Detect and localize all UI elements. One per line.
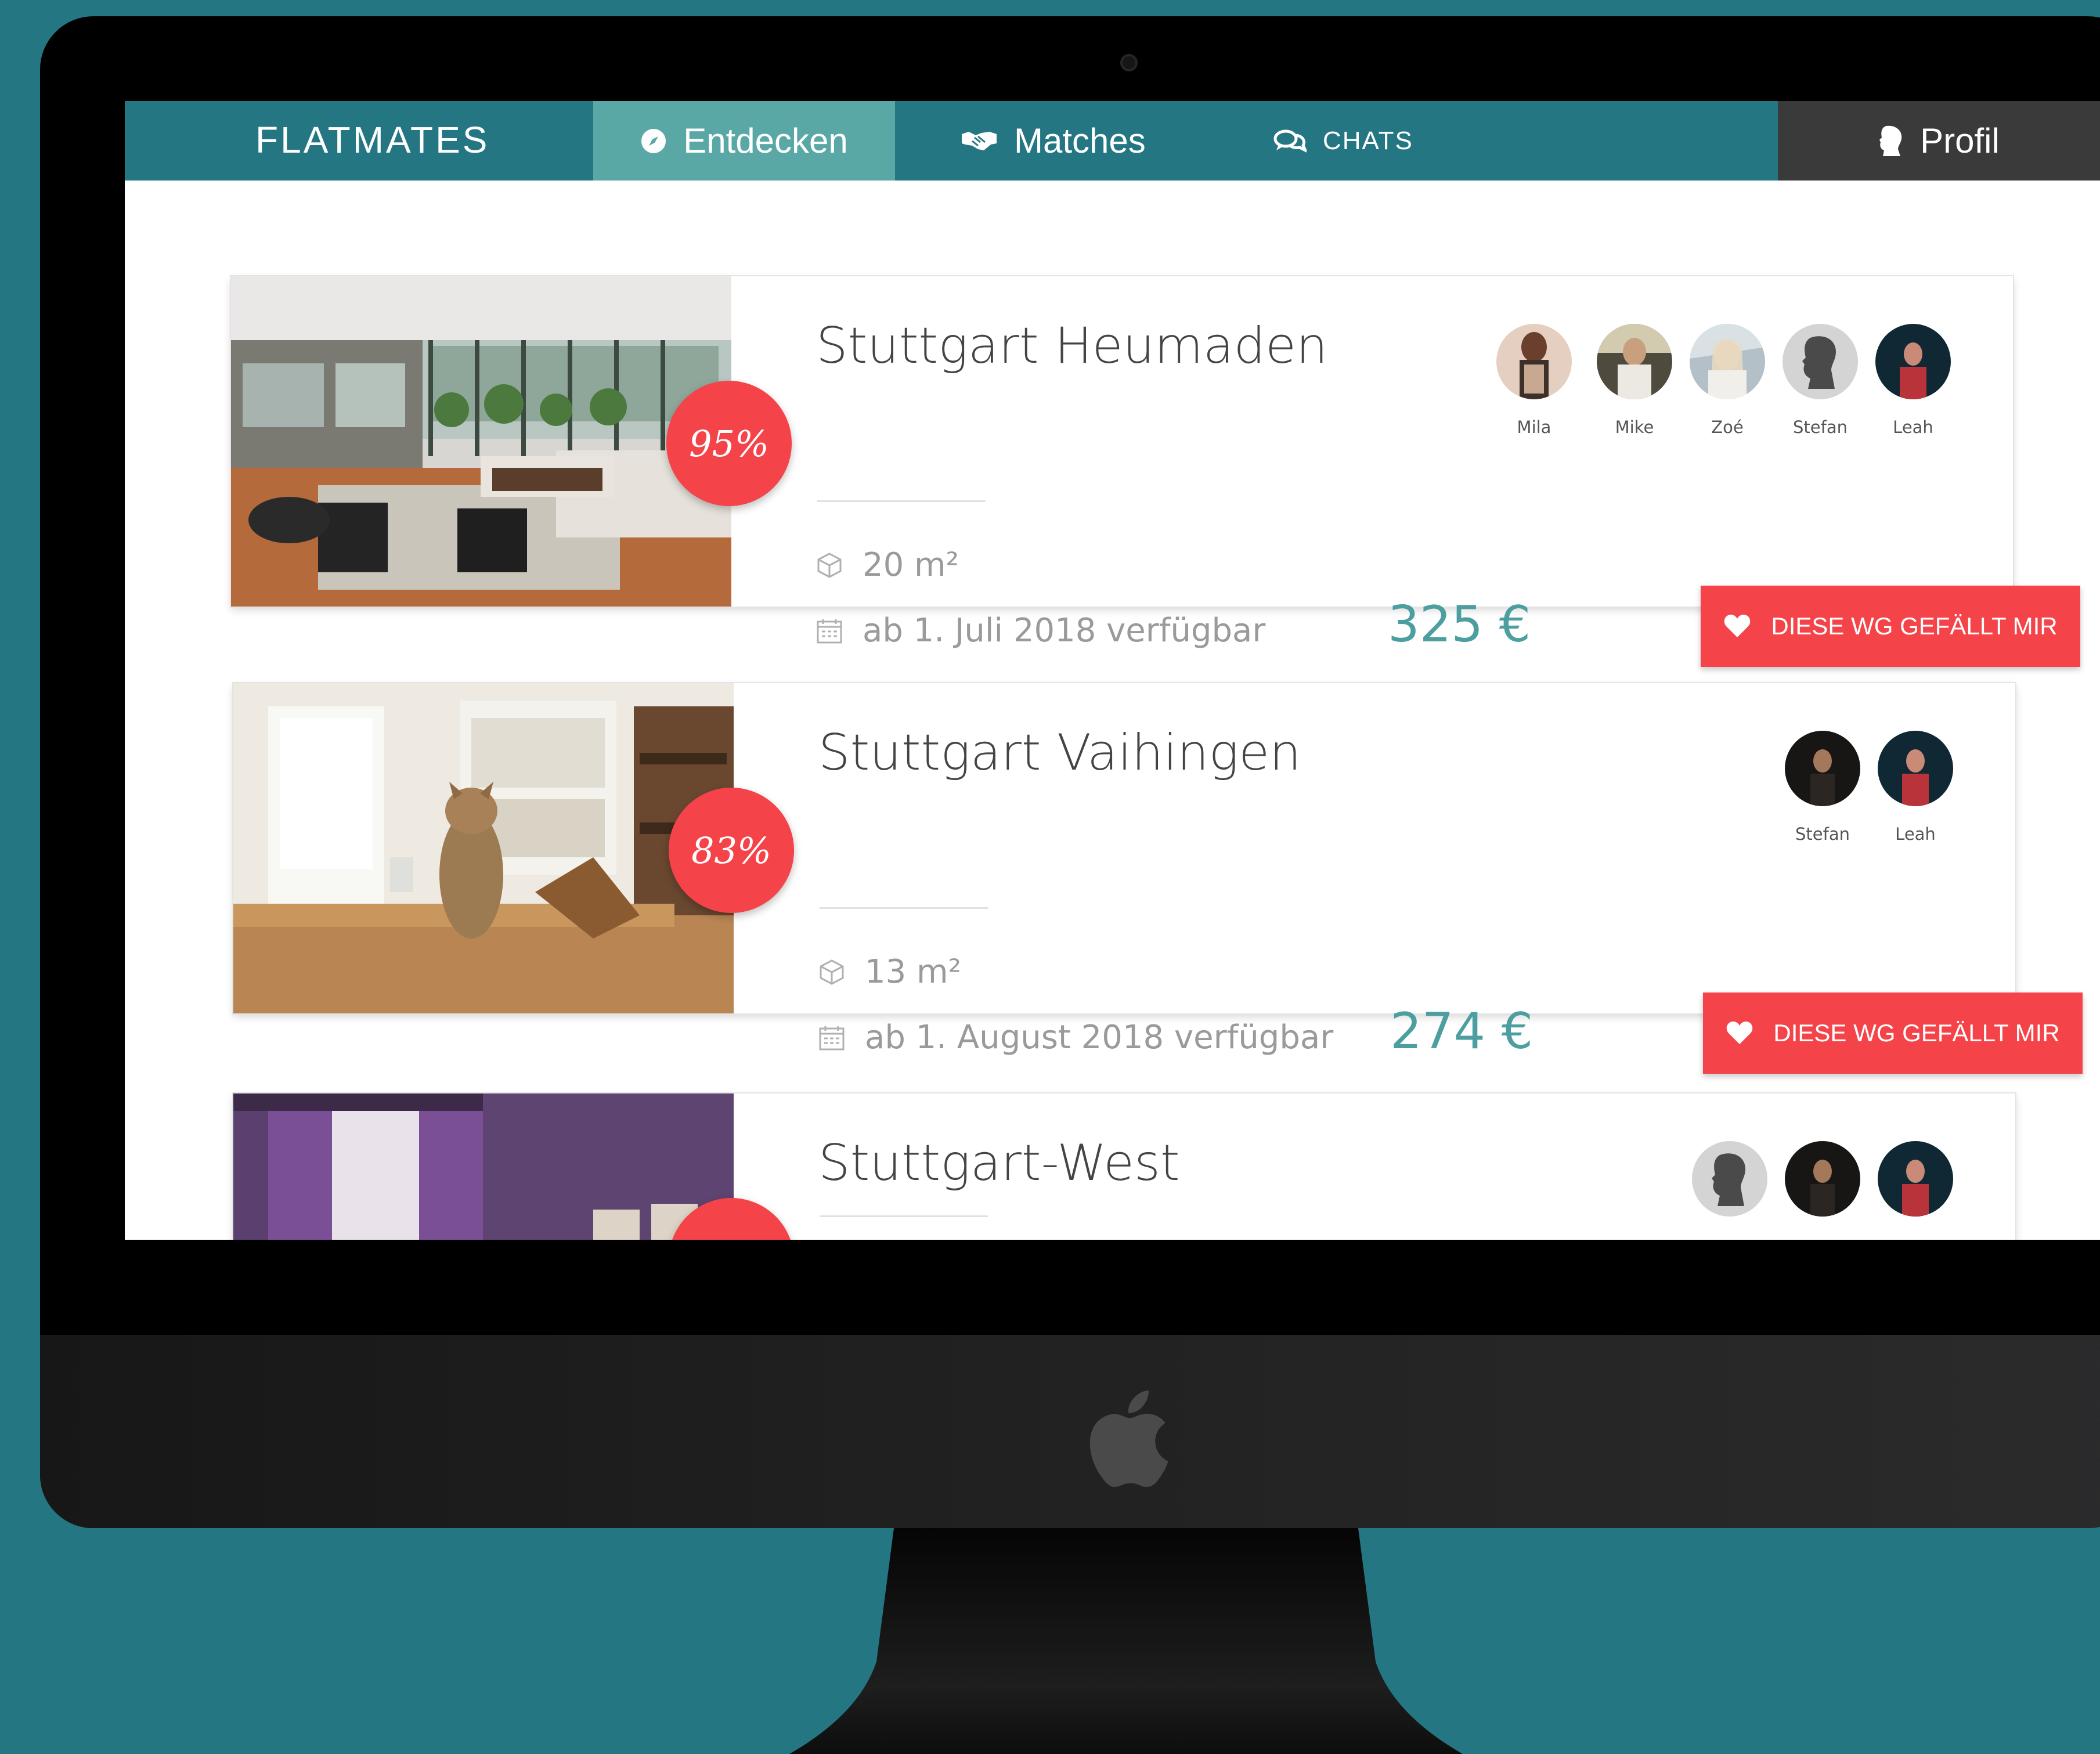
listing-photo[interactable] <box>233 1093 734 1240</box>
imac-chin <box>40 1335 2100 1528</box>
like-button-label: DIESE WG GEFÄLLT MIR <box>1771 612 2058 640</box>
cube-icon <box>816 552 843 579</box>
avatar-leah[interactable] <box>1875 324 1951 399</box>
avatar-stefan[interactable] <box>1785 1141 1860 1217</box>
user-silhouette-icon <box>1878 125 1904 157</box>
nav-tab-profil[interactable]: Profil <box>1778 101 2100 181</box>
listing-card[interactable]: 95% Stuttgart Heumaden 20 m² ab 1. Juli … <box>231 276 2080 667</box>
listing-availability-row: ab 1. Juli 2018 verfügbar <box>816 612 1265 649</box>
listing-card[interactable]: 83% Stuttgart Vaihingen 13 m² ab 1. Augu… <box>233 683 2083 1074</box>
nav-tab-label: Entdecken <box>683 121 848 160</box>
avatar-name: Stefan <box>1795 824 1850 844</box>
like-flat-button[interactable]: DIESE WG GEFÄLLT MIR <box>1701 586 2080 667</box>
heart-icon <box>1723 614 1751 638</box>
camera-dot <box>1120 54 1138 71</box>
nav-tab-label: Matches <box>1014 121 1146 160</box>
title-divider <box>820 907 988 909</box>
avatar-name: Leah <box>1893 417 1933 437</box>
listing-size-row: 13 m² <box>818 953 961 991</box>
title-divider <box>817 500 986 502</box>
compass-icon <box>640 128 667 154</box>
match-percentage-badge: 83% <box>669 788 794 913</box>
listing-availability-row: ab 1. August 2018 verfügbar <box>818 1019 1333 1056</box>
nav-tab-chats[interactable]: CHATS <box>1273 101 1413 181</box>
listing-card[interactable]: Stuttgart-West <box>233 1093 2015 1240</box>
avatar-name: Leah <box>1895 824 1936 844</box>
listing-photo[interactable] <box>233 683 734 1013</box>
avatar-zoe[interactable] <box>1690 324 1765 399</box>
nav-tab-label: CHATS <box>1323 126 1413 155</box>
calendar-icon <box>816 618 843 644</box>
listing-title[interactable]: Stuttgart Vaihingen <box>818 724 1301 782</box>
heart-icon <box>1726 1021 1753 1045</box>
title-divider <box>820 1215 988 1217</box>
listing-size-row: 20 m² <box>816 546 959 584</box>
cube-icon <box>818 959 845 986</box>
like-flat-button[interactable]: DIESE WG GEFÄLLT MIR <box>1703 993 2083 1074</box>
listing-photo[interactable] <box>231 276 731 607</box>
listing-price: 325 € <box>1388 596 1531 654</box>
listing-title[interactable]: Stuttgart-West <box>818 1134 1180 1192</box>
avatar-name: Mike <box>1615 417 1654 437</box>
listing-availability: ab 1. August 2018 verfügbar <box>865 1019 1334 1056</box>
nav-profile-label: Profil <box>1920 121 2000 160</box>
avatar-name: Zoé <box>1711 417 1744 437</box>
app-logo[interactable]: FLATMATES <box>255 117 489 163</box>
listing-availability: ab 1. Juli 2018 verfügbar <box>863 612 1266 649</box>
match-percentage-badge: 95% <box>666 381 792 506</box>
avatar-silhouette[interactable] <box>1692 1141 1767 1217</box>
avatar-stefan[interactable] <box>1783 324 1858 399</box>
listing-title[interactable]: Stuttgart Heumaden <box>816 317 1328 375</box>
avatar-leah[interactable] <box>1878 1141 1953 1217</box>
chat-bubbles-icon <box>1273 128 1307 154</box>
avatar-leah[interactable] <box>1878 731 1953 806</box>
listing-size: 13 m² <box>865 953 962 991</box>
avatar-name: Stefan <box>1793 417 1848 437</box>
nav-tab-entdecken[interactable]: Entdecken <box>593 101 895 181</box>
avatar-name: Mila <box>1517 417 1551 437</box>
imac-stand <box>789 1528 1463 1754</box>
avatar-mike[interactable] <box>1597 324 1672 399</box>
listing-price: 274 € <box>1390 1002 1533 1060</box>
nav-tab-matches[interactable]: Matches <box>961 101 1146 181</box>
handshake-icon <box>961 129 998 153</box>
calendar-icon <box>818 1024 845 1051</box>
like-button-label: DIESE WG GEFÄLLT MIR <box>1773 1019 2060 1046</box>
listing-size: 20 m² <box>863 546 959 584</box>
apple-logo-icon <box>1089 1390 1168 1488</box>
avatar-stefan[interactable] <box>1785 731 1860 806</box>
avatar-mila[interactable] <box>1496 324 1572 399</box>
app-screen: FLATMATES Entdecken Matches CHATS Profil <box>125 101 2100 1240</box>
top-navbar: FLATMATES Entdecken Matches CHATS Profil <box>125 101 2100 181</box>
